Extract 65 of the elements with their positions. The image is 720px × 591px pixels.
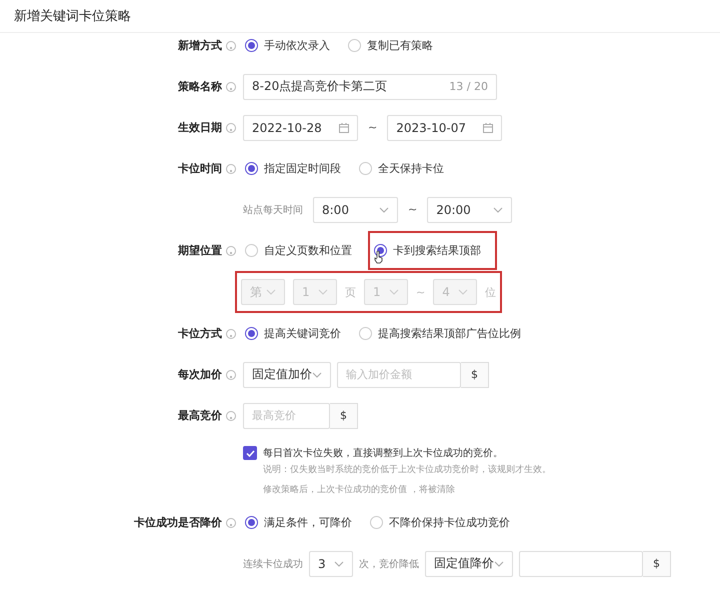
hint-text: 修改策略后，上次卡位成功的竞价值 ，将被清除 xyxy=(263,484,456,497)
radio-option[interactable]: 指定固定时间段 xyxy=(243,159,343,178)
help-icon[interactable] xyxy=(226,518,236,528)
date-input[interactable]: 2023-10-07 xyxy=(387,114,502,140)
range-separator: ~ xyxy=(408,203,418,216)
calendar-icon xyxy=(339,122,349,132)
checkmark-icon xyxy=(246,450,254,456)
field-label: 最高竞价 xyxy=(178,408,222,423)
amount-input[interactable] xyxy=(519,550,643,576)
radio-option[interactable]: 全天保持卡位 xyxy=(357,159,446,178)
radio-option[interactable]: 不降价保持卡位成功竞价 xyxy=(368,513,512,532)
field-label: 每次加价 xyxy=(178,367,222,382)
page-title: 新增关键词卡位策略 xyxy=(14,8,131,25)
currency-addon: $ xyxy=(330,402,358,428)
dropdown-select[interactable]: 8:00 xyxy=(313,196,398,222)
field-label: 新增方式 xyxy=(178,38,222,53)
field-label: 生效日期 xyxy=(178,120,222,135)
calendar-icon xyxy=(483,122,494,132)
field-caption: 次，竞价降低 xyxy=(359,558,419,570)
field-label: 策略名称 xyxy=(178,79,222,94)
chevron-down-icon xyxy=(493,206,504,212)
radio-option[interactable]: 复制已有策略 xyxy=(346,36,435,55)
field-caption: 站点每天时间 xyxy=(243,204,303,216)
chevron-down-icon xyxy=(318,289,328,295)
help-icon[interactable] xyxy=(226,82,236,92)
field-label: 期望位置 xyxy=(178,243,222,258)
chevron-down-icon xyxy=(312,372,322,378)
position-text: 页 xyxy=(345,284,356,300)
currency-addon: $ xyxy=(461,362,489,388)
range-separator: ~ xyxy=(368,121,378,134)
radio-option[interactable]: 卡到搜索结果顶部 xyxy=(368,231,497,270)
dropdown-select[interactable]: 固定值加价 xyxy=(243,362,331,388)
chevron-down-icon xyxy=(379,206,389,212)
help-icon[interactable] xyxy=(226,246,236,256)
help-icon[interactable] xyxy=(226,410,236,420)
help-icon[interactable] xyxy=(226,122,236,132)
field-label: 卡位方式 xyxy=(178,326,222,341)
field-caption: 连续卡位成功 xyxy=(243,558,303,570)
chevron-down-icon xyxy=(389,289,399,295)
radio-option[interactable]: 提高关键词竞价 xyxy=(243,324,343,343)
chevron-down-icon xyxy=(494,560,504,566)
dropdown-select[interactable]: 20:00 xyxy=(427,196,512,222)
help-icon[interactable] xyxy=(226,40,236,50)
dropdown-select[interactable]: 3 xyxy=(309,550,353,576)
checkbox[interactable] xyxy=(243,446,257,460)
radio-option[interactable]: 手动依次录入 xyxy=(243,36,332,55)
checkbox-label: 每日首次卡位失败，直接调整到上次卡位成功的竞价。 xyxy=(263,446,504,460)
field-label: 卡位成功是否降价 xyxy=(134,515,222,530)
hint-text: 说明：仅失败当时系统的竞价低于上次卡位成功竞价时，该规则才生效。 xyxy=(263,464,551,477)
chevron-down-icon xyxy=(458,289,468,295)
dropdown-select[interactable]: 固定值降价 xyxy=(425,550,513,576)
radio-option[interactable]: 提高搜索结果顶部广告位比例 xyxy=(357,324,523,343)
position-text: 位 xyxy=(485,284,496,300)
date-input[interactable]: 2022-10-28 xyxy=(243,114,358,140)
text-input[interactable]: 8-20点提高竞价卡第二页 13 / 20 xyxy=(243,74,497,100)
currency-addon: $ xyxy=(643,550,671,576)
radio-option[interactable]: 自定义页数和位置 xyxy=(243,241,354,260)
radio-option[interactable]: 满足条件，可降价 xyxy=(243,513,354,532)
help-icon[interactable] xyxy=(226,164,236,174)
chevron-down-icon xyxy=(266,289,276,295)
chevron-down-icon xyxy=(334,560,344,566)
help-icon[interactable] xyxy=(226,328,236,338)
field-label: 卡位时间 xyxy=(178,161,222,176)
position-text: ~ xyxy=(416,286,426,298)
help-icon[interactable] xyxy=(226,370,236,380)
